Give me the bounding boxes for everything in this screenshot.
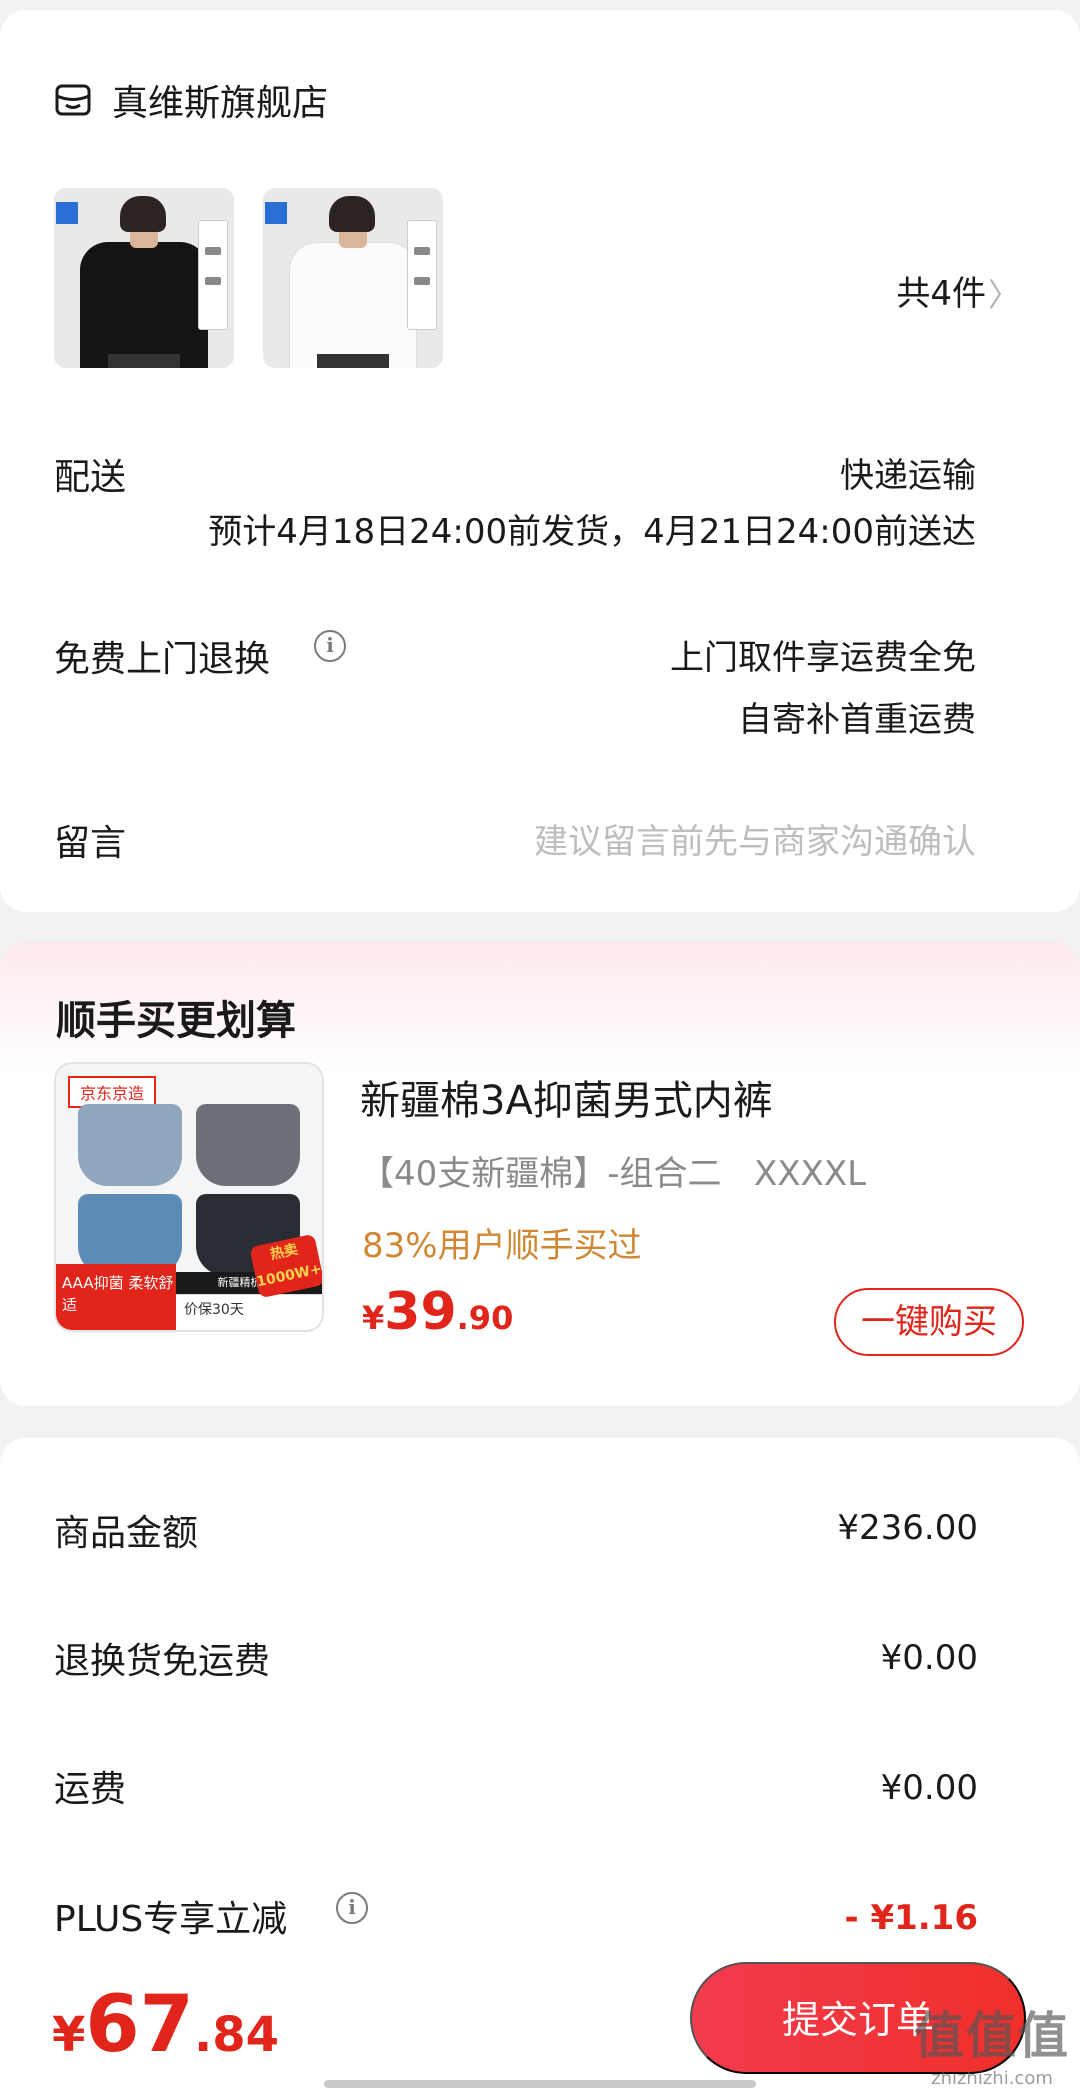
- product-thumb-black-tshirt[interactable]: [54, 188, 234, 368]
- recommend-bought-rate: 83%用户顺手买过: [362, 1226, 642, 1266]
- home-indicator[interactable]: [324, 2080, 756, 2088]
- message-label: 留言: [54, 823, 127, 864]
- chevron-right-icon[interactable]: 〉: [988, 270, 1020, 316]
- amount-value-plus-discount: - ¥1.16: [844, 1898, 979, 1938]
- recommend-product-name[interactable]: 新疆棉3A抑菌男式内裤: [360, 1068, 773, 1126]
- info-icon[interactable]: i: [336, 1892, 368, 1924]
- amount-value-return-shipping: ¥0.00: [880, 1638, 978, 1678]
- recommend-price: ¥39.90: [362, 1282, 514, 1342]
- return-pickup-text: 上门取件享运费全免: [670, 638, 976, 678]
- recommend-product-spec[interactable]: 【40支新疆棉】-组合二 XXXXL: [360, 1146, 866, 1195]
- delivery-label: 配送: [54, 457, 127, 498]
- store-icon: [55, 84, 91, 116]
- amount-label-goods: 商品金额: [54, 1513, 199, 1554]
- total-price: ¥67.84: [52, 1980, 279, 2070]
- feature-card: [198, 220, 228, 330]
- message-input[interactable]: 建议留言前先与商家沟通确认: [534, 814, 976, 863]
- info-icon[interactable]: i: [314, 630, 346, 662]
- order-confirm-page: 真维斯旗舰店 共4件 〉 配送 快递运输 预计4月18日24:00前发货，4月2…: [0, 0, 1080, 2092]
- recommend-card: 顺手买更划算 京东京造 新疆精梳棉 AAA抑菌 柔软舒适 价保30天 热卖 10…: [0, 942, 1080, 1406]
- store-header[interactable]: 真维斯旗舰店: [54, 74, 328, 126]
- amount-label-plus-discount: PLUS专享立减: [54, 1899, 288, 1940]
- brand-badge: [265, 202, 287, 224]
- amount-value-goods: ¥236.00: [837, 1508, 978, 1548]
- feature-card: [407, 220, 437, 330]
- shirt-shape: [80, 242, 208, 368]
- store-order-card: 真维斯旗舰店 共4件 〉 配送 快递运输 预计4月18日24:00前发货，4月2…: [0, 10, 1080, 912]
- image-band-price: 价保30天: [176, 1294, 322, 1330]
- amount-label-shipping: 运费: [54, 1769, 127, 1810]
- return-self-send-text: 自寄补首重运费: [738, 700, 976, 740]
- shirt-shape: [289, 242, 417, 368]
- product-thumb-white-tshirt[interactable]: [263, 188, 443, 368]
- free-return-label: 免费上门退换: [54, 639, 271, 680]
- brand-badge: [56, 202, 78, 224]
- recommend-title: 顺手买更划算: [56, 998, 296, 1044]
- delivery-estimate: 预计4月18日24:00前发货，4月21日24:00前送达: [208, 512, 976, 552]
- item-count[interactable]: 共4件: [896, 266, 986, 315]
- delivery-method[interactable]: 快递运输: [840, 448, 976, 497]
- one-click-buy-button[interactable]: 一键购买: [834, 1288, 1024, 1356]
- amount-label-return-shipping: 退换货免运费: [54, 1641, 271, 1682]
- store-name: 真维斯旗舰店: [112, 83, 329, 124]
- site-watermark: 值值值 zhizhizhi.com: [914, 2007, 1070, 2089]
- recommend-product-image[interactable]: 京东京造 新疆精梳棉 AAA抑菌 柔软舒适 价保30天 热卖 1000W+: [54, 1062, 324, 1332]
- image-band-left: AAA抑菌 柔软舒适: [56, 1264, 176, 1330]
- amount-value-shipping: ¥0.00: [880, 1768, 978, 1808]
